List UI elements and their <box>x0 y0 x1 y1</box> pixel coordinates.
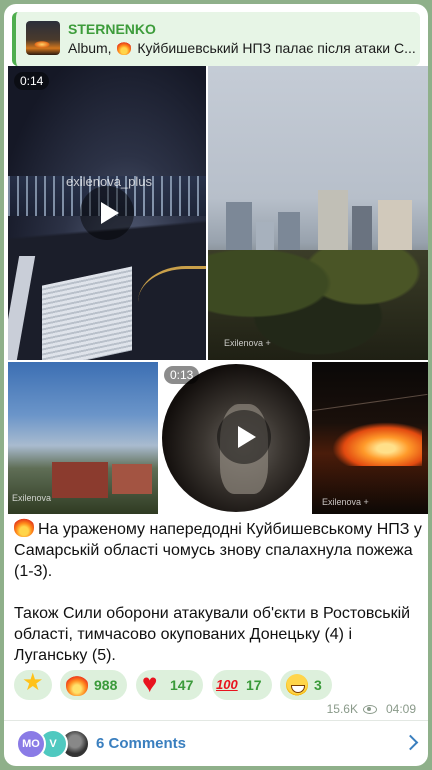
view-count: 15.6K <box>326 702 358 716</box>
media-album: exilenova_plus 0:14 Exilenova + Exilenov… <box>8 66 428 514</box>
eye-icon <box>362 704 377 714</box>
video-tile-1[interactable]: exilenova_plus 0:14 <box>8 66 206 360</box>
play-icon[interactable] <box>217 410 271 464</box>
watermark: Exilenova + <box>224 338 271 348</box>
fire-icon <box>66 674 88 696</box>
message-bubble: STERNENKO Album, Куйбишевський НПЗ палає… <box>4 4 428 766</box>
video-duration: 0:14 <box>14 72 50 90</box>
message-text: На ураженому напередодні Куйбишевському … <box>14 517 424 687</box>
hundred-icon <box>216 674 240 696</box>
fire-icon <box>117 41 132 55</box>
album-thumbnail <box>26 21 60 55</box>
avatar: MO <box>16 729 46 759</box>
album-preview-text: Album, Куйбишевський НПЗ палає після ата… <box>68 40 416 56</box>
reaction-hundred[interactable]: 17 <box>212 670 272 700</box>
watermark: Exilenova <box>12 493 52 503</box>
reaction-count: 147 <box>170 677 194 693</box>
reaction-grin[interactable]: 3 <box>280 670 332 700</box>
message-meta: 15.6K 04:09 <box>327 702 416 716</box>
reaction-count: 988 <box>94 677 118 693</box>
reaction-heart[interactable]: 147 <box>136 670 204 700</box>
reaction-count: 3 <box>314 677 322 693</box>
forwarded-album-header[interactable]: STERNENKO Album, Куйбишевський НПЗ палає… <box>12 12 420 66</box>
photo-tile-3[interactable]: Exilenova <box>8 362 158 514</box>
heart-icon <box>142 670 164 696</box>
reaction-count: 17 <box>246 677 262 693</box>
reaction-star[interactable] <box>14 670 52 700</box>
channel-name: STERNENKO <box>68 21 156 37</box>
grin-icon <box>286 674 308 696</box>
message-time: 04:09 <box>385 702 416 716</box>
video-duration: 0:13 <box>164 366 200 384</box>
round-video-tile-4[interactable]: 0:13 <box>160 362 310 514</box>
star-icon <box>22 671 44 696</box>
photo-tile-2[interactable]: Exilenova + <box>208 66 428 360</box>
play-icon[interactable] <box>80 186 134 240</box>
comments-link[interactable]: 6 Comments <box>96 735 186 752</box>
watermark: Exilenova + <box>322 497 369 507</box>
fire-icon <box>14 517 34 537</box>
reaction-fire[interactable]: 988 <box>60 670 128 700</box>
chevron-right-icon[interactable] <box>402 734 419 751</box>
comments-bar[interactable]: MO V 6 Comments <box>4 721 428 766</box>
photo-tile-5[interactable]: Exilenova + <box>312 362 428 514</box>
